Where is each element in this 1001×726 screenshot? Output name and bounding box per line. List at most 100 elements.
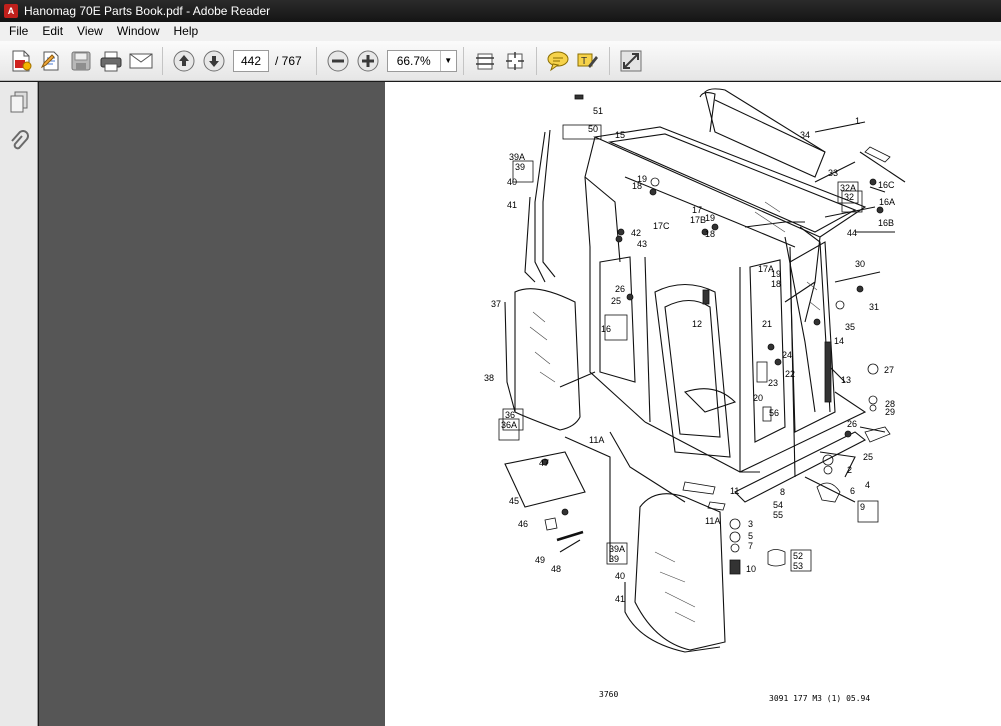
toolbar-separator xyxy=(535,46,537,75)
part-label: 9 xyxy=(860,502,865,512)
zoom-out-icon xyxy=(327,50,349,71)
attachments-icon xyxy=(11,130,29,150)
next-page-button[interactable] xyxy=(199,46,229,76)
title-bar: A Hanomag 70E Parts Book.pdf - Adobe Rea… xyxy=(0,0,1001,22)
part-label: 7 xyxy=(748,541,753,551)
part-label: 46 xyxy=(518,519,528,529)
menu-help[interactable]: Help xyxy=(167,22,206,41)
part-label: 17 xyxy=(692,205,702,215)
highlight-button[interactable]: T xyxy=(573,46,603,76)
create-pdf-button[interactable] xyxy=(6,46,36,76)
part-label: 22 xyxy=(785,369,795,379)
zoom-value: 66.7% xyxy=(396,53,431,68)
zoom-select[interactable]: 66.7% ▼ xyxy=(386,49,457,72)
part-label: 37 xyxy=(491,299,501,309)
part-label: 6 xyxy=(850,486,855,496)
part-label: 21 xyxy=(762,319,772,329)
menu-window[interactable]: Window xyxy=(110,22,167,41)
page-footer-right: 3091 177 M3 (1) 05.94 xyxy=(769,694,870,703)
part-label: 26 xyxy=(615,284,625,294)
part-label: 39A xyxy=(509,152,525,162)
page-number-input[interactable]: 442 xyxy=(233,49,269,72)
part-label: 16A xyxy=(879,197,895,207)
save-button[interactable] xyxy=(66,46,96,76)
part-label: 11 xyxy=(730,486,739,496)
part-label: 17C xyxy=(653,221,670,231)
chevron-down-icon[interactable]: ▼ xyxy=(439,50,456,71)
part-label: 35 xyxy=(845,322,855,332)
email-icon xyxy=(129,53,153,68)
part-label: 13 xyxy=(841,375,851,385)
menu-edit[interactable]: Edit xyxy=(35,22,70,41)
previous-page-button[interactable] xyxy=(169,46,199,76)
email-button[interactable] xyxy=(126,46,156,76)
part-label: 25 xyxy=(611,296,621,306)
part-label: 2 xyxy=(847,465,852,475)
part-label: 48 xyxy=(551,564,561,574)
part-label: 44 xyxy=(847,228,857,238)
part-label: 32 xyxy=(844,192,854,202)
print-button[interactable] xyxy=(96,46,126,76)
menu-view[interactable]: View xyxy=(70,22,110,41)
part-label: 45 xyxy=(509,496,519,506)
part-label: 38 xyxy=(484,373,494,383)
fullscreen-button[interactable] xyxy=(616,46,646,76)
fullscreen-icon xyxy=(620,50,642,71)
part-label: 31 xyxy=(869,302,879,312)
part-label: 51 xyxy=(593,106,603,116)
part-label: 47 xyxy=(539,458,549,468)
pdf-page[interactable]: 51 50 15 34 1 39A 39 40 41 19 18 33 32A 32 16C 16A 16B 17… xyxy=(385,82,1001,726)
toolbar-separator xyxy=(608,46,610,75)
part-label: 33 xyxy=(828,168,838,178)
part-label: 54 xyxy=(773,500,783,510)
part-label: 41 xyxy=(615,594,625,604)
part-label: 16 xyxy=(601,324,611,334)
edit-button[interactable] xyxy=(36,46,66,76)
part-label: 18 xyxy=(632,181,642,191)
part-label: 39 xyxy=(515,162,525,172)
document-viewer[interactable]: 51 50 15 34 1 39A 39 40 41 19 18 33 32A 32 16C 16A 16B 17… xyxy=(39,82,1001,726)
save-icon xyxy=(71,51,91,70)
part-label: 39A xyxy=(609,544,625,554)
navigation-pane xyxy=(0,82,38,726)
fit-width-icon xyxy=(505,51,524,70)
part-label: 40 xyxy=(615,571,625,581)
svg-text:T: T xyxy=(581,56,587,67)
part-label: 52 xyxy=(793,551,803,561)
part-label: 42 xyxy=(631,228,641,238)
part-label: 16C xyxy=(878,180,895,190)
part-label: 12 xyxy=(692,319,702,329)
menu-file[interactable]: File xyxy=(2,22,35,41)
zoom-out-button[interactable] xyxy=(323,46,353,76)
pages-panel-button[interactable] xyxy=(0,82,38,122)
part-label: 49 xyxy=(535,555,545,565)
toolbar-separator xyxy=(315,46,317,75)
attachments-panel-button[interactable] xyxy=(0,122,38,162)
exploded-parts-diagram: 515015 34139A39404119183332A3216C16A16B17… xyxy=(484,88,906,703)
part-label: 4 xyxy=(865,480,870,490)
part-label: 8 xyxy=(780,487,785,497)
part-label: 1 xyxy=(855,116,860,126)
part-label: 55 xyxy=(773,510,783,520)
part-label: 10 xyxy=(746,564,756,574)
part-label: 17B xyxy=(690,215,706,225)
zoom-in-button[interactable] xyxy=(353,46,383,76)
print-icon xyxy=(100,51,122,71)
page-total: / 767 xyxy=(275,53,302,68)
window-title: Hanomag 70E Parts Book.pdf - Adobe Reade… xyxy=(24,4,271,18)
part-label: 19 xyxy=(705,213,715,223)
comment-button[interactable] xyxy=(543,46,573,76)
part-label: 3 xyxy=(748,519,753,529)
fit-page-button[interactable] xyxy=(470,46,500,76)
part-label: 14 xyxy=(834,336,844,346)
toolbar-separator xyxy=(162,46,163,75)
part-label: 30 xyxy=(855,259,865,269)
part-label: 5 xyxy=(748,531,753,541)
toolbar-separator xyxy=(462,46,464,75)
part-label: 27 xyxy=(884,365,894,375)
fit-width-button[interactable] xyxy=(500,46,530,76)
edit-icon xyxy=(40,51,59,70)
previous-page-icon xyxy=(173,50,195,71)
page-footer-left: 3760 xyxy=(599,690,618,699)
part-label: 18 xyxy=(771,279,781,289)
